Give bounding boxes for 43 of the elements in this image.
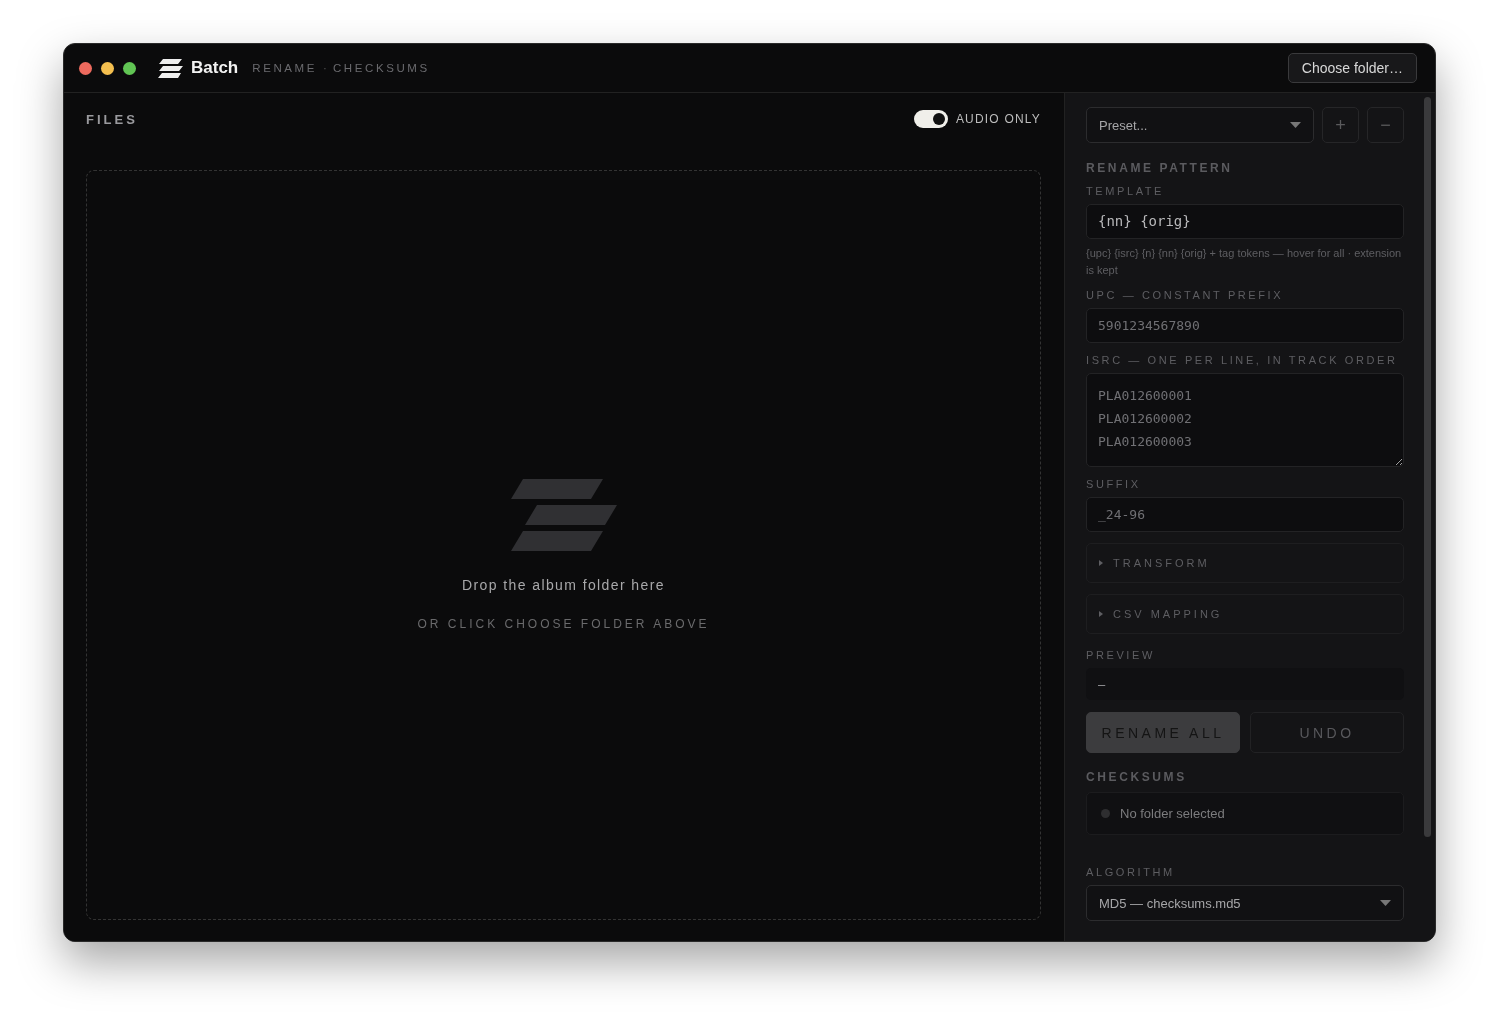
toggle-label: AUDIO ONLY (955, 112, 1041, 126)
field-label: ALGORITHM (1086, 866, 1176, 878)
drop-hint: OR CLICK CHOOSE FOLDER ABOVE (417, 617, 710, 631)
nav-link[interactable]: CHECKSUMS (332, 62, 430, 74)
logo-icon (158, 58, 183, 78)
caret-icon (1099, 611, 1103, 617)
field-label: ISRC — ONE PER LINE, IN TRACK ORDER (1086, 354, 1399, 366)
nav-separator: · (323, 62, 327, 74)
scrollbar[interactable] (1424, 97, 1431, 837)
field-label: TEMPLATE (1086, 185, 1166, 197)
choose-folder-button[interactable]: Choose folder… (1287, 53, 1417, 83)
section-title: RENAME PATTERN (1086, 161, 1234, 175)
remove-preset-button[interactable]: − (1367, 107, 1404, 143)
hint-text: {upc} {isrc} {n} {nn} {orig} + tag tokens — hover for all · extension is kept (1086, 246, 1403, 278)
app-name: Batch (191, 58, 239, 78)
drop-title: Drop the album folder here (462, 577, 665, 593)
status-dot-icon (1101, 809, 1110, 818)
dropdown-caret-icon (1290, 122, 1301, 128)
collapsible-section[interactable]: CSV MAPPING (1086, 594, 1404, 634)
preset-select[interactable]: Preset... (1086, 107, 1314, 143)
algorithm-select[interactable]: MD5 — checksums.md5 (1086, 885, 1404, 921)
text-field[interactable]: 5901234567890 (1086, 308, 1404, 343)
dropdown-caret-icon (1380, 900, 1391, 906)
preview-field: – (1086, 668, 1404, 700)
field-label: SUFFIX (1086, 478, 1142, 490)
logo-icon (510, 479, 617, 551)
zoom-button[interactable] (123, 61, 136, 75)
audio-only-toggle[interactable] (913, 110, 948, 128)
text-area[interactable]: PLA012600001 PLA012600002 PLA012600003 (1086, 373, 1404, 467)
caret-icon (1099, 560, 1103, 566)
field-label: UPC — CONSTANT PREFIX (1086, 289, 1285, 301)
minimize-button[interactable] (101, 61, 114, 75)
text-field[interactable]: {nn}_{orig} (1086, 204, 1404, 239)
field-label: PREVIEW (1086, 649, 1156, 661)
close-button[interactable] (79, 61, 92, 75)
status-text: No folder selected (1120, 806, 1225, 821)
nav-link[interactable]: RENAME (252, 62, 318, 74)
text-field[interactable]: _24-96 (1086, 497, 1404, 532)
files-title: FILES (86, 111, 138, 127)
drop-zone[interactable]: Drop the album folder here OR CLICK CHOOSE FOLDER ABOVE (86, 170, 1041, 920)
add-preset-button[interactable]: + (1322, 107, 1359, 143)
collapsible-section[interactable]: TRANSFORM (1086, 543, 1404, 583)
section-title: CHECKSUMS (1086, 770, 1188, 784)
